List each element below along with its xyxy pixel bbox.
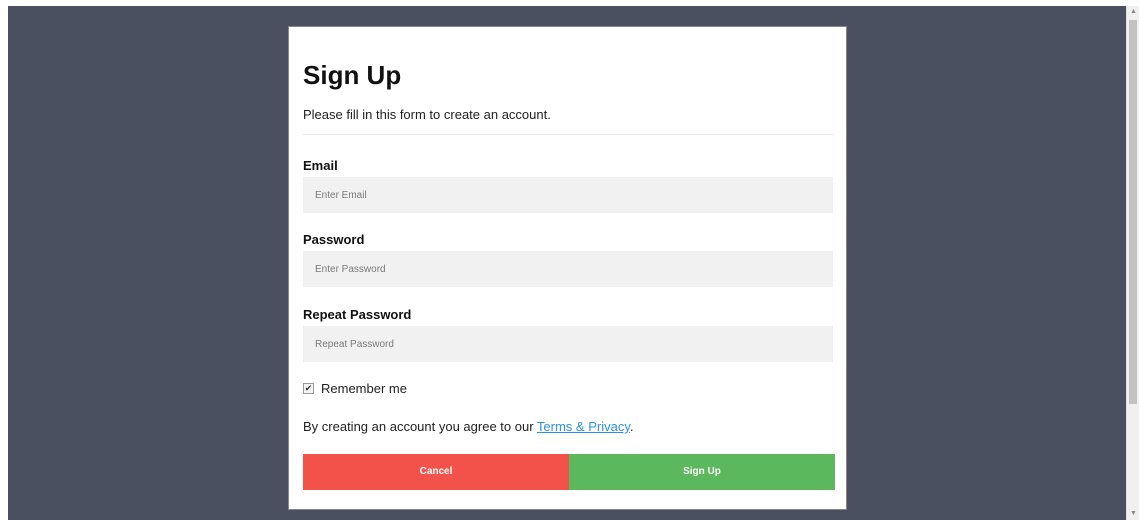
scroll-thumb[interactable] (1129, 20, 1137, 404)
remember-me-label: Remember me (321, 381, 407, 396)
signup-button[interactable]: Sign Up (569, 454, 835, 490)
signup-modal: Sign Up Please fill in this form to crea… (288, 26, 847, 510)
email-input[interactable] (303, 177, 833, 213)
divider (303, 134, 833, 135)
form-subtitle: Please fill in this form to create an ac… (303, 107, 551, 122)
checkmark-icon: ✔ (304, 383, 313, 393)
scroll-up-arrow-icon[interactable]: ▲ (1127, 6, 1139, 18)
cancel-button[interactable]: Cancel (303, 454, 569, 490)
repeat-password-label: Repeat Password (303, 307, 412, 322)
password-input[interactable] (303, 251, 833, 287)
terms-prefix: By creating an account you agree to our (303, 419, 537, 434)
terms-suffix: . (629, 419, 634, 434)
vertical-scrollbar[interactable]: ▲ ▼ (1126, 6, 1139, 520)
scroll-down-arrow-icon[interactable]: ▼ (1127, 508, 1139, 520)
remember-me-checkbox[interactable]: ✔ (303, 383, 314, 394)
repeat-password-input[interactable] (303, 326, 833, 362)
terms-text: By creating an account you agree to our … (303, 419, 633, 434)
remember-me-row[interactable]: ✔ Remember me (303, 381, 407, 396)
password-label: Password (303, 232, 365, 247)
form-title: Sign Up (303, 60, 402, 90)
terms-privacy-link[interactable]: Terms & Privacy (537, 419, 630, 434)
email-label: Email (303, 158, 338, 173)
